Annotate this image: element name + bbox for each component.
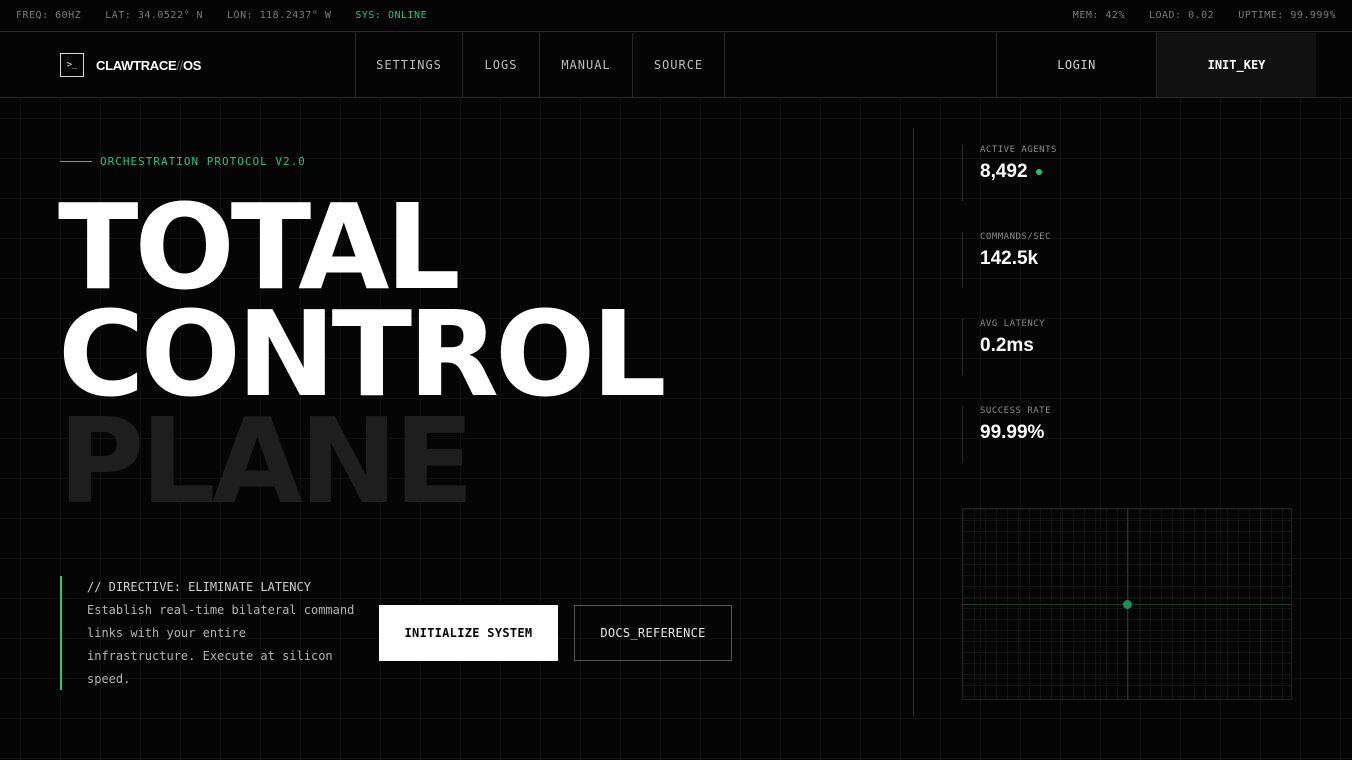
status-bar: FREQ: 60HZ LAT: 34.0522° N LON: 118.2437…: [0, 0, 1352, 32]
protocol-tag: ORCHESTRATION PROTOCOL V2.0: [60, 155, 306, 168]
metric-value: 99.99%: [980, 422, 1045, 443]
terminal-icon: >_: [60, 53, 84, 77]
brand-name: CLAWTRACE//OS: [96, 58, 201, 73]
directive-block: // DIRECTIVE: ELIMINATE LATENCY Establis…: [60, 576, 360, 690]
headline-line-3: PLANE: [58, 392, 474, 530]
nav-item-settings[interactable]: SETTINGS: [356, 33, 463, 97]
metric-label: COMMANDS/SEC: [980, 232, 1052, 242]
initialize-system-button[interactable]: INITIALIZE SYSTEM: [379, 605, 558, 661]
metric-label: AVG LATENCY: [980, 319, 1046, 329]
brand-name-suffix: OS: [182, 57, 202, 73]
brand-separator: //: [176, 57, 183, 73]
brand-name-main: CLAWTRACE: [96, 57, 177, 73]
crosshair-center-dot: [1123, 600, 1132, 609]
metric-active-agents: ACTIVE AGENTS 8,492: [962, 145, 1162, 201]
metric-value-wrap: 8,492: [980, 161, 1162, 183]
nav-item-logs[interactable]: LOGS: [463, 33, 540, 97]
vertical-divider: [913, 128, 914, 716]
nav-item-source[interactable]: SOURCE: [633, 33, 725, 97]
directive-title: // DIRECTIVE: ELIMINATE LATENCY: [87, 580, 311, 594]
status-load: LOAD: 0.02: [1148, 10, 1215, 21]
init-key-button[interactable]: INIT_KEY: [1157, 33, 1316, 97]
status-lon: LON: 118.2437° W: [227, 10, 332, 21]
status-freq: FREQ: 60HZ: [16, 10, 82, 21]
metric-label: SUCCESS RATE: [980, 406, 1052, 416]
status-lat: LAT: 34.0522° N: [105, 10, 204, 21]
nav-actions: LOGIN INIT_KEY: [996, 33, 1316, 97]
status-sys: SYS: ONLINE: [355, 10, 428, 21]
login-button[interactable]: LOGIN: [997, 33, 1157, 97]
metric-label: ACTIVE AGENTS: [980, 145, 1057, 155]
brand-logo[interactable]: >_ CLAWTRACE//OS: [60, 53, 201, 77]
status-uptime: UPTIME: 99.999%: [1238, 10, 1336, 21]
hero-headline: TOTAL CONTROL PLANE: [58, 188, 667, 530]
nav-item-manual[interactable]: MANUAL: [540, 33, 633, 97]
metric-commands-sec: COMMANDS/SEC 142.5k: [962, 232, 1162, 288]
live-status-dot: [1035, 169, 1042, 175]
top-nav: >_ CLAWTRACE//OS SETTINGS LOGS MANUAL SO…: [0, 33, 1352, 98]
protocol-label: ORCHESTRATION PROTOCOL V2.0: [100, 155, 306, 168]
directive-body: Establish real-time bilateral command li…: [87, 603, 355, 686]
metric-value: 8,492: [980, 161, 1028, 182]
metric-success-rate: SUCCESS RATE 99.99%: [962, 406, 1162, 462]
metric-value: 0.2ms: [980, 335, 1034, 356]
nav-links: SETTINGS LOGS MANUAL SOURCE: [355, 33, 725, 97]
metric-value: 142.5k: [980, 248, 1039, 269]
crosshair-panel: [962, 508, 1292, 700]
metric-avg-latency: AVG LATENCY 0.2ms: [962, 319, 1162, 375]
status-mem: MEM: 42%: [1072, 10, 1125, 21]
accent-line: [60, 161, 92, 162]
docs-reference-button[interactable]: DOCS_REFERENCE: [574, 605, 732, 661]
